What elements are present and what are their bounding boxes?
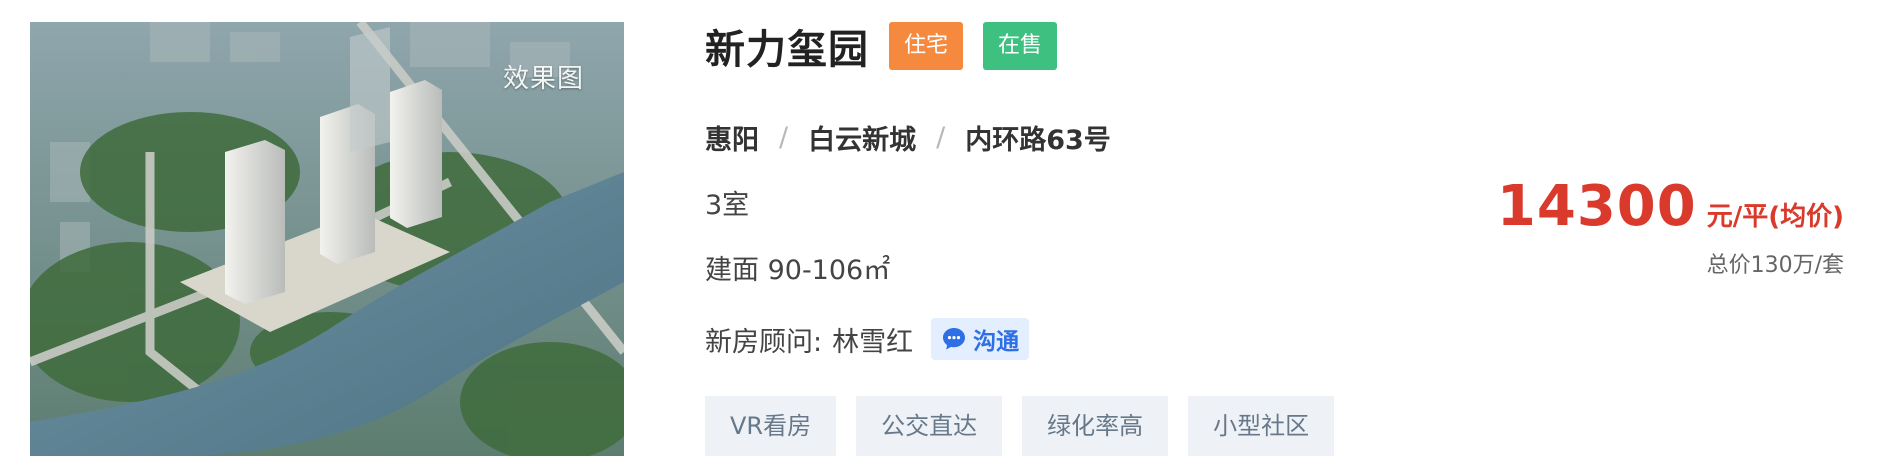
total-price: 总价130万/套 (1706, 253, 1844, 278)
feature-tag: 绿化率高 (1022, 396, 1169, 456)
listing-card[interactable]: 效果图 新力玺园 住宅 在售 惠阳 / 白云新城 / 内环路63号 3室 建面 … (0, 0, 1900, 476)
agent-name: 林雪红 (832, 326, 914, 358)
feature-tag: VR看房 (705, 396, 837, 456)
location-address: 内环路63号 (965, 124, 1111, 156)
price-unit: 元/平(均价) (1706, 202, 1844, 232)
price-block: 14300 元/平(均价) 总价130万/套 (1497, 174, 1844, 279)
agent-label: 新房顾问: (705, 326, 823, 358)
average-price: 14300 元/平(均价) (1497, 174, 1844, 239)
location-district[interactable]: 惠阳 (705, 118, 759, 157)
price-value: 14300 (1496, 174, 1697, 239)
location-separator: / (936, 121, 946, 153)
feature-tag: 公交直达 (856, 396, 1003, 456)
agent-row: 新房顾问: 林雪红 沟通 (705, 318, 1030, 360)
chat-button-label: 沟通 (973, 329, 1020, 355)
property-type-tag: 住宅 (889, 22, 964, 70)
project-title[interactable]: 新力玺园 (705, 17, 869, 75)
chat-button[interactable]: 沟通 (931, 318, 1030, 360)
location-area[interactable]: 白云新城 (808, 118, 916, 157)
feature-tags: VR看房 公交直达 绿化率高 小型社区 (705, 396, 1354, 456)
room-type: 3室 (705, 190, 750, 221)
project-image[interactable]: 效果图 (30, 22, 624, 456)
feature-tag: 小型社区 (1188, 396, 1335, 456)
sale-status-tag: 在售 (983, 22, 1058, 70)
chat-bubble-icon (943, 328, 966, 350)
location-separator: / (779, 121, 789, 153)
image-label: 效果图 (502, 64, 584, 94)
location-breadcrumb: 惠阳 / 白云新城 / 内环路63号 (705, 118, 1111, 156)
floor-area: 建面 90-106㎡ (705, 255, 891, 286)
title-row: 新力玺园 住宅 在售 (705, 17, 1058, 75)
